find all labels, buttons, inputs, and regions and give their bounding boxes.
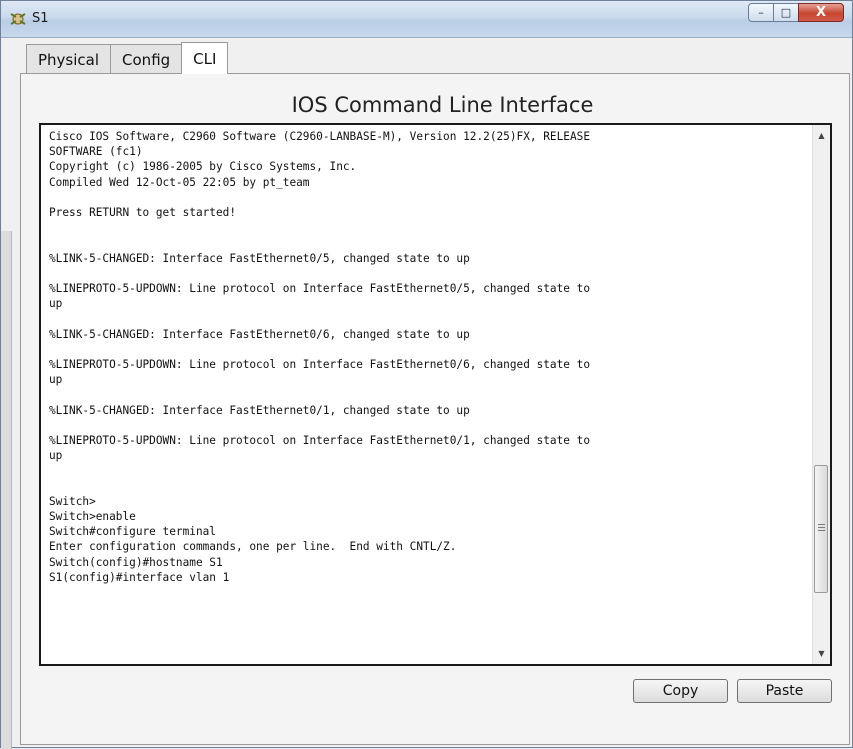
copy-button[interactable]: Copy — [633, 679, 728, 703]
console-line: %LINK-5-CHANGED: Interface FastEthernet0… — [49, 327, 470, 341]
tab-cli[interactable]: CLI — [181, 42, 229, 74]
close-button[interactable]: X — [798, 3, 844, 22]
console-line: Compiled Wed 12-Oct-05 22:05 by pt_team — [49, 175, 310, 189]
console-line: %LINK-5-CHANGED: Interface FastEthernet0… — [49, 251, 470, 265]
maximize-button[interactable]: □ — [773, 3, 799, 22]
cli-console[interactable]: Cisco IOS Software, C2960 Software (C296… — [39, 123, 832, 666]
console-line: %LINEPROTO-5-UPDOWN: Line protocol on In… — [49, 434, 590, 448]
grip-icon — [818, 524, 825, 531]
chevron-up-icon[interactable]: ▲ — [813, 127, 830, 144]
console-line: %LINK-5-CHANGED: Interface FastEthernet0… — [49, 403, 470, 417]
console-line: Switch(config)#hostname S1 — [49, 555, 223, 569]
device-icon — [10, 13, 26, 25]
console-line: %LINEPROTO-5-UPDOWN: Line protocol on In… — [49, 358, 590, 372]
console-line: Switch>enable — [49, 510, 136, 524]
console-line: Cisco IOS Software, C2960 Software (C296… — [49, 130, 590, 143]
console-line: Copyright (c) 1986-2005 by Cisco Systems… — [49, 160, 357, 174]
cli-heading: IOS Command Line Interface — [291, 93, 594, 117]
vertical-scrollbar[interactable]: ▲ ▼ — [812, 125, 830, 664]
console-line: up — [49, 373, 63, 387]
console-line: %LINEPROTO-5-UPDOWN: Line protocol on In… — [49, 282, 590, 296]
tab-physical[interactable]: Physical — [26, 44, 112, 74]
minimize-button[interactable]: – — [748, 3, 774, 22]
console-line: Enter configuration commands, one per li… — [49, 540, 457, 554]
window-title: S1 — [32, 11, 49, 26]
paste-button[interactable]: Paste — [737, 679, 832, 703]
chevron-down-icon[interactable]: ▼ — [813, 645, 830, 662]
title-bar[interactable]: S1 – □ X — [1, 1, 852, 38]
tab-bar: Physical Config CLI — [26, 42, 229, 74]
console-line: Press RETURN to get started! — [49, 206, 237, 220]
scroll-thumb[interactable] — [814, 465, 828, 593]
console-output[interactable]: Cisco IOS Software, C2960 Software (C296… — [49, 129, 799, 585]
console-line: up — [49, 449, 63, 463]
console-line: Switch#configure terminal — [49, 525, 216, 539]
window-controls: – □ X — [748, 3, 844, 23]
console-line: Switch> — [49, 494, 96, 508]
tab-config[interactable]: Config — [110, 44, 183, 74]
device-window: S1 – □ X Physical Config CLI IOS Command… — [0, 0, 853, 749]
console-line: up — [49, 297, 63, 311]
console-line: SOFTWARE (fc1) — [49, 145, 143, 159]
left-frame-edge — [1, 231, 12, 749]
console-line: S1(config)#interface vlan 1 — [49, 570, 230, 584]
